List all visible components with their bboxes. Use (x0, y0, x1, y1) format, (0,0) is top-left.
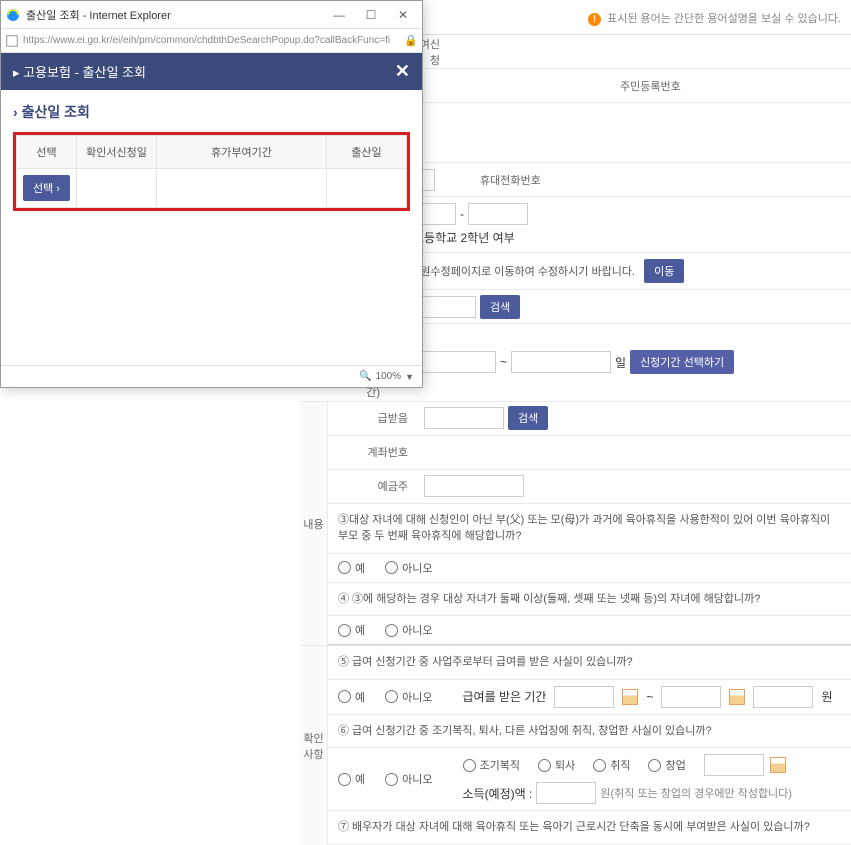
q3-yes[interactable]: 예 (338, 560, 365, 576)
warning-icon: ! (588, 13, 601, 26)
pay-period-to[interactable] (661, 686, 721, 708)
window-titlebar: 출산일 조회 - Internet Explorer — ☐ ✕ (1, 1, 422, 29)
q6-startup[interactable]: 창업 (648, 757, 685, 773)
won-label: 원 (821, 688, 832, 705)
pay-amount[interactable] (753, 686, 813, 708)
calendar-icon[interactable] (770, 757, 786, 773)
pay-period-label: 급여를 받은 기간 (463, 688, 547, 705)
q6-employ[interactable]: 취직 (593, 757, 630, 773)
q6-resign[interactable]: 퇴사 (538, 757, 575, 773)
pay-frag-label: 급받음 (328, 410, 418, 426)
birth-date-table: 선택 확인서신청일 휴가부여기간 출산일 선택 › (16, 135, 407, 208)
period-select-button[interactable]: 신청기간 선택하기 (630, 350, 734, 374)
ie-icon (5, 7, 21, 23)
days-unit: 일 (615, 354, 626, 371)
pay-category-label: 내용 (300, 402, 328, 646)
page-icon (5, 34, 19, 48)
question-7: ⑦ 배우자가 대상 자녀에 대해 육아휴직 또는 육아기 근로시간 단축을 동시… (328, 811, 851, 845)
minimize-button[interactable]: — (324, 5, 354, 25)
addressbar: https://www.ei.go.kr/ei/eih/pm/common/ch… (1, 29, 422, 53)
q6-yes[interactable]: 예 (338, 771, 365, 787)
th-select: 선택 (17, 136, 77, 169)
th-leave-period: 휴가부여기간 (157, 136, 327, 169)
resident-no-label: 주민등록번호 (590, 78, 691, 94)
question-5: ⑤ 급여 신청기간 중 사업주로부터 급여를 받은 사실이 있습니까? (328, 646, 851, 680)
q4-yes[interactable]: 예 (338, 622, 365, 638)
account-owner-input[interactable] (424, 475, 524, 497)
search-button-2[interactable]: 검색 (508, 406, 548, 430)
search-button-1[interactable]: 검색 (480, 295, 520, 319)
th-confirm-date: 확인서신청일 (77, 136, 157, 169)
calendar-icon[interactable] (622, 689, 638, 705)
move-button[interactable]: 이동 (644, 259, 684, 283)
window-title: 출산일 조회 - Internet Explorer (26, 7, 324, 23)
calendar-icon[interactable] (729, 689, 745, 705)
question-6: ⑥ 급여 신청기간 중 조기복직, 퇴사, 다른 사업장에 취직, 창업한 사실… (328, 715, 851, 749)
th-birth-date: 출산일 (327, 136, 407, 169)
question-4: ④ ③에 해당하는 경우 대상 자녀가 둘째 이상(둘째, 셋째 또는 넷째 등… (328, 583, 851, 617)
mobile-label: 휴대전화번호 (450, 172, 551, 188)
income-input[interactable] (536, 782, 596, 804)
zoom-icon[interactable]: 🔍 (359, 371, 371, 382)
confirm-section-label: 확인 사항 (300, 646, 328, 845)
q6-early[interactable]: 조기복직 (463, 757, 520, 773)
popup-title: › 출산일 조회 (13, 102, 410, 122)
zoom-label: 100% (376, 371, 402, 382)
q5-yes[interactable]: 예 (338, 689, 365, 705)
lock-icon: 🔒 (404, 34, 418, 47)
search-input-2[interactable] (424, 407, 504, 429)
income-hint: 원(취직 또는 창업의 경우에만 작성합니다) (600, 785, 792, 801)
row-select-button[interactable]: 선택 › (23, 175, 70, 201)
notice-text: 표시된 용어는 간단한 용어설명을 보실 수 있습니다. (607, 13, 841, 25)
popup-table-highlight: 선택 확인서신청일 휴가부여기간 출산일 선택 › (13, 132, 410, 211)
url-text: https://www.ei.go.kr/ei/eih/pm/common/ch… (23, 35, 400, 46)
zoom-dropdown-icon[interactable]: ▼ (405, 372, 414, 382)
elementary2-label: 초등학교 2학년 여부 (413, 229, 515, 246)
pay-period-from[interactable] (554, 686, 614, 708)
account-owner-label: 예금주 (328, 478, 418, 494)
statusbar: 🔍 100% ▼ (1, 365, 422, 387)
account-no-label: 계좌번호 (328, 444, 418, 460)
window-close-button[interactable]: ✕ (388, 5, 418, 25)
question-3: ③대상 자녀에 대해 신청인이 아닌 부(父) 또는 모(母)가 과거에 육아휴… (328, 504, 851, 554)
income-label: 소득(예정)액 : (463, 785, 533, 802)
popup-close-icon[interactable]: ✕ (395, 61, 410, 82)
table-row: 선택 › (17, 169, 407, 208)
popup-header: ▸ 고용보험 - 출산일 조회 ✕ (1, 53, 422, 90)
q5-no[interactable]: 아니오 (385, 689, 432, 705)
q3-no[interactable]: 아니오 (385, 560, 432, 576)
popup-window: 출산일 조회 - Internet Explorer — ☐ ✕ https:/… (0, 0, 423, 388)
period-to-input[interactable] (511, 351, 611, 373)
q6-no[interactable]: 아니오 (385, 771, 432, 787)
maximize-button[interactable]: ☐ (356, 5, 386, 25)
q6-date[interactable] (704, 754, 764, 776)
child-rn-input-2[interactable] (468, 203, 528, 225)
q4-no[interactable]: 아니오 (385, 622, 432, 638)
